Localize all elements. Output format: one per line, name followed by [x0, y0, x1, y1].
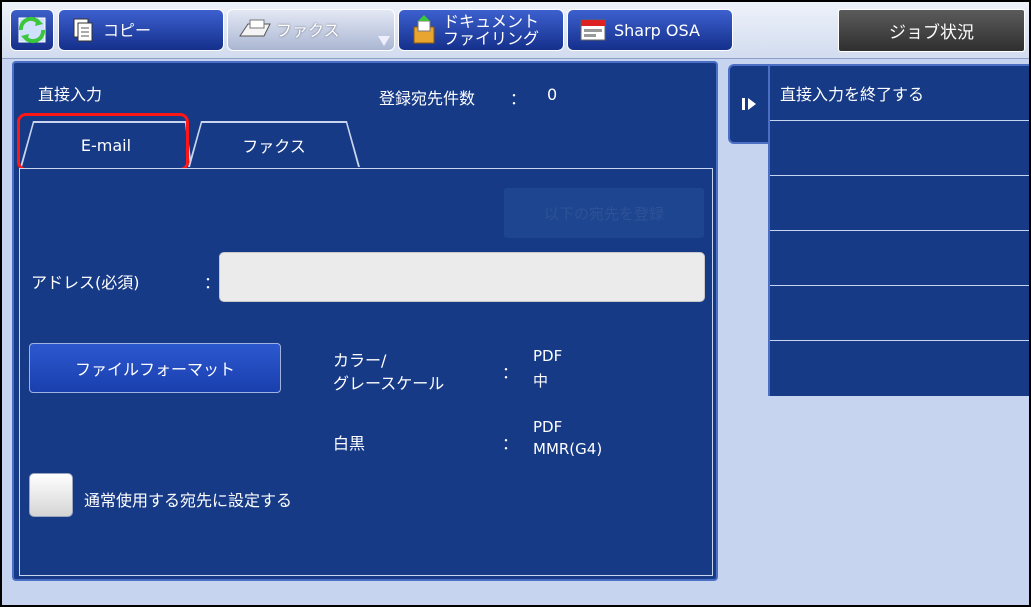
registered-count-label: 登録宛先件数 — [379, 89, 476, 108]
action-slot-5[interactable] — [770, 286, 1029, 341]
color-format-value: PDF — [533, 347, 563, 365]
copy-icon — [73, 18, 93, 42]
default-destination-checkbox[interactable] — [29, 473, 73, 517]
action-slot-6[interactable] — [770, 341, 1029, 396]
bw-compression-value: MMR(G4) — [533, 440, 603, 458]
color-label-line1: カラー/ — [333, 351, 387, 370]
collapse-arrow-icon — [742, 98, 756, 110]
direct-entry-panel: 直接入力 登録宛先件数 ： 0 E-mail ファクス 以下の宛先を登録 アドレ… — [12, 61, 718, 581]
registered-count-value: 0 — [547, 85, 558, 104]
email-form: 以下の宛先を登録 アドレス(必須) ： ファイルフォーマット カラー/ グレース… — [19, 168, 713, 576]
fax-icon — [239, 19, 271, 37]
address-label: アドレス(必須) — [31, 273, 140, 292]
home-icon — [18, 16, 46, 44]
action-slot-2[interactable] — [770, 121, 1029, 176]
document-filing-icon — [413, 15, 435, 44]
address-sep: ： — [204, 273, 221, 292]
tab-sharp-osa-label: Sharp OSA — [614, 20, 700, 40]
sharp-osa-icon — [580, 19, 606, 41]
tab-document-filing-label: ドキュメント ファイリング — [443, 13, 539, 47]
tab-fax-mode-label: ファクス — [276, 20, 340, 40]
job-status-button[interactable]: ジョブ状況 — [838, 9, 1025, 52]
action-panel: 直接入力を終了する — [768, 64, 1029, 396]
file-format-button[interactable]: ファイルフォーマット — [29, 343, 281, 393]
tab-fax-label: ファクス — [242, 137, 306, 156]
bw-sep: ： — [502, 434, 519, 453]
tab-copy-label: コピー — [103, 20, 152, 40]
address-input[interactable] — [219, 252, 705, 302]
tab-copy[interactable]: コピー — [58, 9, 224, 51]
home-button[interactable] — [10, 9, 54, 51]
mode-bar: コピー ファクス ドキュメント ファイリング Sharp OSA ジョブ状況 — [2, 2, 1029, 59]
bw-format-value: PDF — [533, 418, 563, 436]
color-compression-value: 中 — [533, 372, 549, 390]
tab-sharp-osa[interactable]: Sharp OSA — [567, 9, 733, 51]
tab-document-filing-line2: ファイリング — [443, 29, 540, 48]
action-panel-toggle[interactable] — [728, 64, 770, 144]
action-slot-4[interactable] — [770, 231, 1029, 286]
color-sep: ： — [502, 363, 519, 382]
dropdown-arrow-icon — [378, 36, 390, 46]
panel-title: 直接入力 — [38, 85, 103, 104]
job-status-label: ジョブ状況 — [889, 23, 974, 43]
default-destination-label: 通常使用する宛先に設定する — [84, 491, 293, 510]
register-destination-button[interactable]: 以下の宛先を登録 — [504, 188, 704, 238]
tab-fax[interactable]: ファクス — [190, 123, 358, 167]
register-destination-label: 以下の宛先を登録 — [543, 204, 664, 223]
bw-label: 白黒 — [333, 434, 366, 453]
end-direct-entry-button[interactable]: 直接入力を終了する — [770, 66, 1029, 121]
tab-fax-mode[interactable]: ファクス — [227, 9, 395, 51]
selection-highlight — [17, 113, 189, 171]
action-slot-3[interactable] — [770, 176, 1029, 231]
end-direct-entry-label: 直接入力を終了する — [780, 85, 925, 104]
screen: コピー ファクス ドキュメント ファイリング Sharp OSA ジョブ状況 直… — [2, 2, 1029, 605]
registered-count-sep: ： — [510, 89, 527, 108]
color-label-line2: グレースケール — [333, 374, 445, 393]
tab-document-filing[interactable]: ドキュメント ファイリング — [398, 9, 564, 51]
file-format-label: ファイルフォーマット — [74, 360, 235, 379]
